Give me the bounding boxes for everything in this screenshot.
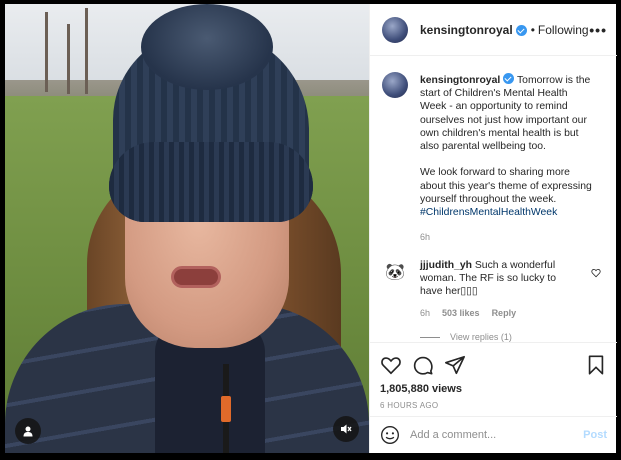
save-bookmark-icon[interactable] [585, 354, 607, 376]
like-comment-heart-icon[interactable] [591, 268, 601, 278]
video-zipper-tab [221, 396, 231, 422]
comment-age[interactable]: 6h [420, 308, 430, 318]
emoji-icon[interactable] [380, 425, 400, 445]
comment-avatar[interactable]: 🐼 [382, 260, 408, 287]
post-dialog: kensingtonroyal • Following ••• kensingt… [5, 4, 617, 453]
header-separator: • [530, 22, 535, 37]
caption-text-2: We look forward to sharing more about th… [420, 167, 592, 205]
video-hat-brim [109, 142, 313, 222]
header-username[interactable]: kensingtonroyal [420, 23, 513, 37]
verified-badge-icon [515, 25, 527, 36]
view-count[interactable]: 1,805,880 views [380, 383, 607, 395]
caption-hashtag[interactable]: #ChildrensMentalHealthWeek [420, 207, 557, 218]
caption-avatar[interactable] [382, 72, 408, 98]
post-sidebar: kensingtonroyal • Following ••• kensingt… [369, 4, 617, 453]
share-paper-plane-icon[interactable] [444, 354, 466, 376]
comment-username[interactable]: jjjudith_yh [420, 260, 472, 271]
comment-body: jjjudith_yh Such a wonderful woman. The … [420, 260, 580, 298]
post-actions: 1,805,880 views 6 HOURS AGO [370, 342, 617, 410]
comment-input[interactable] [410, 429, 570, 441]
video-hat-pompom [141, 4, 273, 90]
comments-list[interactable]: kensingtonroyal Tomorrow is the start of… [370, 56, 617, 342]
view-replies-button[interactable]: View replies (1) [420, 332, 605, 342]
avatar[interactable] [382, 16, 408, 43]
verified-badge-icon [503, 73, 515, 84]
caption-body: kensingtonroyal Tomorrow is the start of… [420, 72, 596, 244]
following-button[interactable]: Following [538, 23, 589, 37]
like-heart-icon[interactable] [380, 354, 402, 376]
comment-bubble-icon[interactable] [412, 354, 434, 376]
comment-likes[interactable]: 503 likes [442, 308, 480, 318]
post-video[interactable] [5, 4, 369, 453]
post-caption: kensingtonroyal Tomorrow is the start of… [382, 72, 605, 244]
post-timestamp[interactable]: 6 HOURS AGO [380, 401, 607, 410]
comment-reply-button[interactable]: Reply [492, 308, 517, 318]
speaker-muted-icon [341, 424, 352, 434]
add-comment-bar: Post [370, 416, 617, 453]
comment-meta: 6h 503 likes Reply [420, 308, 605, 318]
modal-backdrop: kensingtonroyal • Following ••• kensingt… [0, 0, 621, 460]
action-icons [380, 351, 607, 379]
video-tree [85, 8, 88, 94]
post-comment-button[interactable]: Post [583, 429, 607, 441]
replies-divider [420, 336, 440, 338]
user-tags-button[interactable] [15, 418, 41, 444]
mute-button[interactable] [333, 416, 359, 442]
view-replies-label: View replies (1) [450, 332, 512, 342]
user-icon [23, 426, 33, 437]
comment-item: 🐼 jjjudith_yh Such a wonderful woman. Th… [382, 260, 605, 298]
video-tree [67, 24, 70, 94]
post-header: kensingtonroyal • Following ••• [370, 4, 617, 56]
video-mouth [171, 266, 221, 288]
caption-username[interactable]: kensingtonroyal [420, 75, 500, 86]
more-options-icon[interactable]: ••• [589, 22, 607, 38]
video-tree [45, 12, 48, 92]
caption-age[interactable]: 6h [420, 231, 596, 244]
caption-text: Tomorrow is the start of Children's Ment… [420, 75, 591, 153]
